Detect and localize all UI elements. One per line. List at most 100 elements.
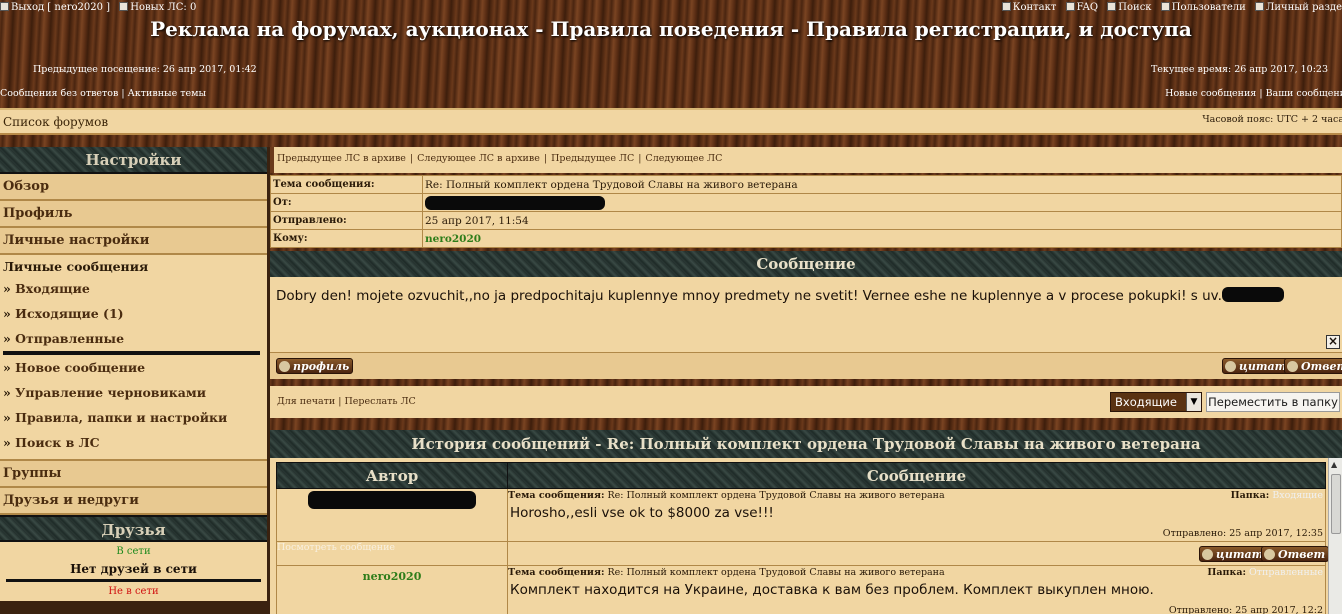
to-label: Кому: [270,229,423,248]
search-link[interactable]: Поиск [1107,2,1152,13]
history-message: Тема сообщения: Re: Полный комплект орде… [507,488,1326,542]
forum-bar: Список форумов Часовой пояс: UTC + 2 час… [0,108,1342,135]
table-row: Тема сообщения: Re: Полный комплект орде… [270,175,1342,194]
logout-icon [0,2,9,11]
pm-nav-bar: Предыдущее ЛС в архиве | Следующее ЛС в ар… [270,147,1342,173]
message-info-table: Тема сообщения: Re: Полный комплект орде… [270,175,1342,248]
header-links-right: Новые сообщения | Ваши сообщени [1165,88,1342,99]
divider [270,418,1342,430]
unanswered-link[interactable]: Сообщения без ответов [0,88,118,99]
table-row: Тема сообщения: Re: Полный комплект орде… [276,488,1326,542]
message-buttons: профиль цитата Ответ [270,352,1342,379]
active-topics-link[interactable]: Активные темы [128,88,206,99]
sidebar-item-new-message[interactable]: » Новое сообщение [3,360,264,385]
history-meta: Тема сообщения: Re: Полный комплект орде… [508,567,1323,578]
sidebar-item-personal-settings[interactable]: Личные настройки [0,228,267,255]
table-row: nero2020 Тема сообщения: Re: Полный комп… [276,565,1326,614]
sidebar-item-rules-folders[interactable]: » Правила, папки и настройки [3,410,264,435]
sidebar-item-drafts[interactable]: » Управление черновиками [3,385,264,410]
profile-button[interactable]: профиль [276,358,354,374]
next-pm-link[interactable]: Следующее ЛС [645,153,722,164]
personal-section-link[interactable]: Личный разде [1255,2,1342,13]
sidebar-item-sent[interactable]: » Отправленные [3,331,264,348]
online-label: В сети [116,546,151,557]
sidebar-item-friends-foes[interactable]: Друзья и недруги [0,488,267,515]
history-scrollbar[interactable]: ▲ [1328,458,1342,614]
close-icon[interactable]: × [1326,335,1340,349]
history-meta: Тема сообщения: Re: Полный комплект орде… [508,490,1323,501]
new-posts-link[interactable]: Новые сообщения [1165,88,1256,99]
search-icon [1107,2,1117,11]
divider [0,135,1342,147]
table-row: Посмотреть сообщение цитата Ответ [276,541,1330,566]
print-link[interactable]: Для печати [277,396,335,407]
sidebar-item-overview[interactable]: Обзор [0,174,267,201]
site-title[interactable]: Реклама на форумах, аукционах - Правила … [0,17,1342,41]
folder-select[interactable]: Входящие ▼ [1110,392,1202,412]
main-content: Предыдущее ЛС в архиве | Следующее ЛС в ар… [270,147,1342,614]
current-time: Текущее время: 26 апр 2017, 10:23 [1150,64,1328,75]
move-to-folder-button[interactable]: Переместить в папку [1206,392,1340,412]
offline-label: Не в сети [108,586,159,597]
forum-list-link[interactable]: Список форумов [3,115,108,129]
history-table: Автор Сообщение Тема сообщения: Re: Полн… [276,462,1330,614]
sidebar: Настройки Обзор Профиль Личные настройки… [0,147,267,614]
from-value [422,193,1342,212]
table-header-row: Автор Сообщение [276,462,1326,489]
folder-link[interactable]: Отправленные [1249,567,1323,578]
faq-icon [1065,2,1075,11]
col-author: Автор [276,462,508,489]
reply-icon [1264,549,1275,560]
message-actions: Для печати | Переслать ЛС Входящие ▼ Пере… [270,386,1342,418]
scroll-up-icon[interactable]: ▲ [1331,460,1337,469]
users-link[interactable]: Пользователи [1160,2,1246,13]
contact-icon [1001,2,1011,11]
history-message: Тема сообщения: Re: Полный комплект орде… [507,565,1326,614]
history-author[interactable]: nero2020 [276,565,508,614]
profile-icon [279,361,290,372]
chevron-down-icon: ▼ [1186,393,1201,411]
scroll-thumb[interactable] [1331,474,1341,534]
pm-icon [119,2,129,11]
subject-label: Тема сообщения: [270,175,423,194]
timezone: Часовой пояс: UTC + 2 часа [1202,114,1342,125]
your-posts-link[interactable]: Ваши сообщени [1266,88,1342,99]
prev-archive-link[interactable]: Предыдущее ЛС в архиве [277,153,406,164]
history-text: Horosho,,esli vse ok to $8000 za vse!!! [510,505,774,521]
pm-menu-title: Личные сообщения [3,259,149,274]
history-author [276,488,508,542]
forward-link[interactable]: Переслать ЛС [345,396,416,407]
sent-label: Отправлено: [270,211,423,230]
sidebar-item-groups[interactable]: Группы [0,461,267,488]
to-value[interactable]: nero2020 [422,229,1342,248]
quote-icon [1202,549,1213,560]
faq-link[interactable]: FAQ [1065,2,1098,13]
folder-link[interactable]: Входящие [1272,490,1323,501]
message-header: Сообщение [270,251,1342,277]
table-row: Кому: nero2020 [270,229,1342,248]
logout-link[interactable]: Выход [ nero2020 ] [0,2,110,13]
history-buttons: цитата Ответ [507,541,1330,566]
view-message-link[interactable]: Посмотреть сообщение [276,541,508,566]
sidebar-item-pm-search[interactable]: » Поиск в ЛС [3,435,264,455]
sent-value: 25 апр 2017, 11:54 [422,211,1342,230]
from-label: От: [270,193,423,212]
redacted-sender [425,195,605,210]
reply-button[interactable]: Ответ [1261,546,1330,562]
contact-link[interactable]: Контакт [1001,2,1056,13]
history-text: Комплект находится на Украине, доставка … [510,582,1154,598]
sidebar-item-inbox[interactable]: » Входящие [3,281,264,306]
history-sent: Отправлено: 25 апр 2017, 12:35 [1162,528,1323,539]
header-links-left: Сообщения без ответов | Активные темы [0,88,207,99]
next-archive-link[interactable]: Следующее ЛС в архиве [417,153,540,164]
redacted-signature [1221,287,1284,302]
table-row: От: [270,193,1342,212]
history-panel: Автор Сообщение Тема сообщения: Re: Полн… [270,458,1342,614]
prev-pm-link[interactable]: Предыдущее ЛС [551,153,634,164]
divider [270,379,1342,386]
no-friends-online: Нет друзей в сети [70,562,197,576]
new-pm-link[interactable]: Новых ЛС: 0 [119,2,196,13]
sidebar-item-outbox[interactable]: » Исходящие (1) [3,306,264,331]
sidebar-item-profile[interactable]: Профиль [0,201,267,228]
reply-button[interactable]: Ответ [1284,358,1342,374]
